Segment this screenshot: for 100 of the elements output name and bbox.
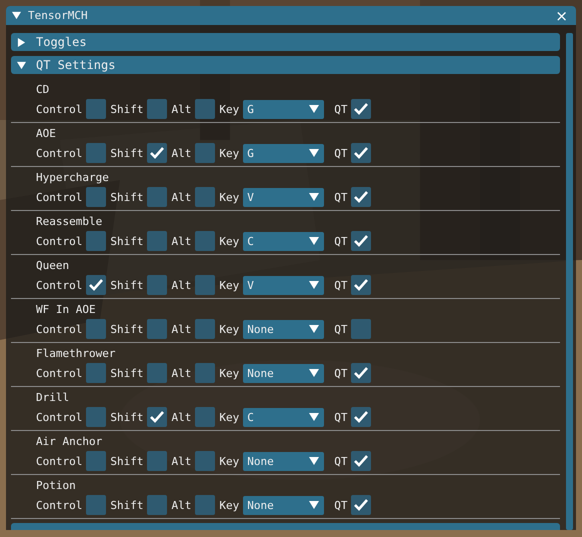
key-label: Key [219, 454, 240, 468]
key-dropdown[interactable]: None [243, 452, 324, 470]
modifier-label: Control [36, 102, 82, 116]
checkbox[interactable] [351, 231, 372, 251]
qt-label: QT [334, 366, 348, 380]
checkbox[interactable] [195, 407, 216, 427]
window-title: TensorMCH [28, 9, 88, 22]
checkbox[interactable] [86, 187, 106, 207]
checkbox[interactable] [147, 363, 168, 383]
key-label: Key [219, 278, 240, 292]
entry-label: Potion [36, 478, 77, 494]
key-dropdown[interactable]: None [243, 364, 324, 382]
checkbox[interactable] [195, 187, 216, 207]
entry-label: Drill [36, 390, 70, 406]
modifier-label: Control [36, 146, 82, 160]
key-label: Key [219, 102, 240, 116]
modifier-label: Shift [110, 410, 144, 424]
qt-label: QT [334, 278, 348, 292]
collapse-arrow-icon[interactable] [12, 11, 21, 20]
qt-label: QT [334, 102, 348, 116]
section-header[interactable]: QT Settings [11, 56, 560, 74]
key-label: Key [219, 322, 240, 336]
modifier-label: Control [36, 366, 82, 380]
key-dropdown[interactable]: C [243, 232, 324, 250]
checkbox[interactable] [86, 319, 106, 339]
key-dropdown[interactable]: None [243, 320, 324, 338]
key-dropdown[interactable]: None [243, 496, 324, 514]
modifier-label: Shift [110, 234, 144, 248]
entry-label: WF In AOE [36, 302, 97, 318]
section-title: QT Settings [36, 58, 116, 72]
dropdown-arrow-icon [309, 104, 320, 114]
dropdown-arrow-icon [309, 280, 320, 290]
checkbox[interactable] [147, 451, 168, 471]
modifier-label: Shift [110, 454, 144, 468]
key-dropdown[interactable]: G [243, 100, 324, 118]
qt-label: QT [334, 498, 348, 512]
key-dropdown[interactable]: C [243, 408, 324, 426]
key-label: Key [219, 234, 240, 248]
dropdown-arrow-icon [309, 500, 320, 510]
modifier-label: Control [36, 410, 82, 424]
checkbox[interactable] [195, 275, 216, 295]
checkbox[interactable] [86, 231, 106, 251]
modifier-label: Shift [110, 278, 144, 292]
checkbox[interactable] [195, 143, 216, 163]
close-button[interactable]: × [553, 8, 570, 24]
modifier-label: Control [36, 234, 82, 248]
modifier-label: Control [36, 498, 82, 512]
checkbox[interactable] [86, 407, 106, 427]
checkbox[interactable] [147, 495, 168, 515]
checkbox[interactable] [351, 275, 372, 295]
dropdown-arrow-icon [309, 236, 320, 246]
checkbox[interactable] [195, 319, 216, 339]
expanded-arrow-icon [17, 60, 26, 70]
key-dropdown[interactable]: V [243, 188, 324, 206]
checkbox[interactable] [195, 363, 216, 383]
checkbox[interactable] [147, 319, 168, 339]
checkbox[interactable] [351, 407, 372, 427]
modifier-label: Alt [171, 454, 192, 468]
checkbox[interactable] [86, 99, 106, 119]
key-label: Key [219, 146, 240, 160]
checkbox[interactable] [86, 143, 106, 163]
key-label: Key [219, 410, 240, 424]
scrollbar[interactable] [566, 33, 573, 530]
checkbox[interactable] [86, 495, 106, 515]
checkbox[interactable] [195, 495, 216, 515]
checkbox[interactable] [147, 99, 168, 119]
checkbox[interactable] [86, 363, 106, 383]
checkbox[interactable] [86, 275, 106, 295]
checkbox[interactable] [351, 187, 372, 207]
modifier-label: Alt [171, 278, 192, 292]
checkbox[interactable] [351, 143, 372, 163]
modifier-label: Alt [171, 190, 192, 204]
collapsed-arrow-icon [17, 38, 26, 46]
key-dropdown[interactable]: V [243, 276, 324, 294]
modifier-label: Shift [110, 498, 144, 512]
key-label: Key [219, 366, 240, 380]
key-dropdown[interactable]: G [243, 144, 324, 162]
dropdown-arrow-icon [309, 456, 320, 466]
qt-label: QT [334, 454, 348, 468]
checkbox[interactable] [351, 495, 372, 515]
modifier-label: Shift [110, 102, 144, 116]
checkbox[interactable] [147, 143, 168, 163]
checkbox[interactable] [147, 407, 168, 427]
checkbox[interactable] [195, 451, 216, 471]
checkbox[interactable] [195, 99, 216, 119]
section-header[interactable]: Toggles [11, 33, 560, 51]
modifier-label: Shift [110, 366, 144, 380]
checkbox[interactable] [147, 187, 168, 207]
dropdown-arrow-icon [309, 192, 320, 202]
checkbox[interactable] [351, 99, 372, 119]
checkbox[interactable] [147, 231, 168, 251]
dropdown-arrow-icon [309, 412, 320, 422]
checkbox[interactable] [147, 275, 168, 295]
checkbox[interactable] [351, 319, 372, 339]
modifier-label: Alt [171, 366, 192, 380]
checkbox[interactable] [86, 451, 106, 471]
checkbox[interactable] [351, 363, 372, 383]
entry-label: AOE [36, 126, 57, 142]
checkbox[interactable] [351, 451, 372, 471]
checkbox[interactable] [195, 231, 216, 251]
